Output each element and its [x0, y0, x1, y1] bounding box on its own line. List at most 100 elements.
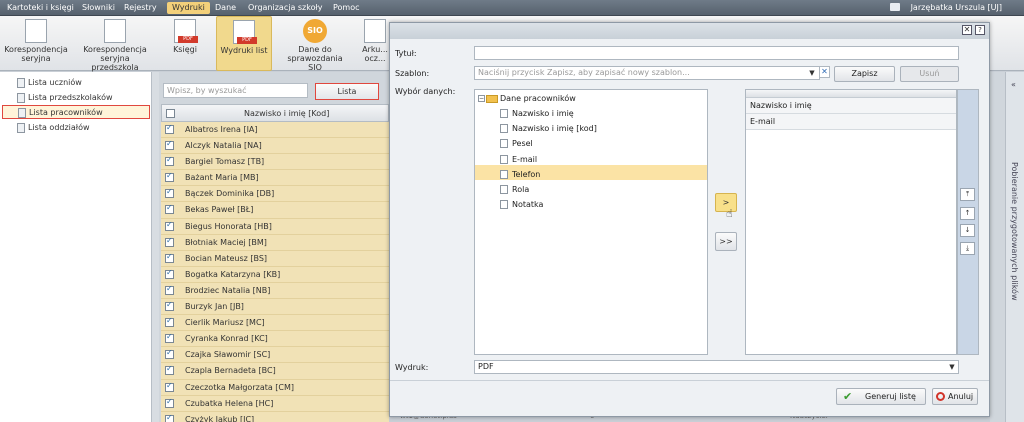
table-row[interactable]: Burzyk Jan [JB]: [161, 299, 389, 316]
save-template-button[interactable]: Zapisz: [834, 66, 895, 82]
ribbon-arkusze[interactable]: Arku... ocz...: [360, 16, 390, 71]
menu-pomoc[interactable]: Pomoc: [328, 2, 365, 14]
table-row[interactable]: Czeczotka Małgorzata [CM]: [161, 379, 389, 396]
table-row[interactable]: Bażant Maria [MB]: [161, 170, 389, 187]
table-row[interactable]: Czyżyk Jakub [JC]: [161, 411, 389, 422]
help-icon[interactable]: ?: [975, 25, 985, 35]
chevron-left-icon[interactable]: «: [1011, 80, 1016, 89]
column-header-name[interactable]: Nazwisko i imię [Kod]: [244, 105, 329, 122]
table-row[interactable]: Brodziec Natalia [NB]: [161, 282, 389, 300]
table-row[interactable]: Cyranka Konrad [KC]: [161, 331, 389, 348]
menu-dane[interactable]: Dane: [210, 2, 241, 14]
ribbon-korespondencja-seryjna[interactable]: Korespondencja seryjna: [2, 16, 70, 71]
row-checkbox[interactable]: [165, 397, 174, 408]
generate-list-button[interactable]: ✔ Generuj listę: [836, 388, 926, 405]
table-row[interactable]: Bączek Dominika [DB]: [161, 186, 389, 203]
row-checkbox[interactable]: [165, 155, 174, 167]
row-checkbox[interactable]: [165, 123, 174, 134]
row-checkbox[interactable]: [165, 316, 174, 328]
collapse-icon[interactable]: −: [478, 95, 485, 102]
move-bottom-icon[interactable]: ⤓: [960, 242, 975, 255]
add-all-fields-button[interactable]: >>: [715, 232, 737, 251]
tree-item[interactable]: Rola: [500, 182, 529, 197]
move-up-icon[interactable]: ↑: [960, 207, 975, 220]
ribbon-korespondencja-przedszkola[interactable]: Korespondencja seryjna przedszkola: [76, 16, 154, 72]
move-down-icon[interactable]: ↓: [960, 224, 975, 237]
chevron-down-icon[interactable]: ▼: [946, 360, 958, 374]
row-checkbox[interactable]: [165, 139, 174, 151]
selected-field-item[interactable]: Nazwisko i imię: [746, 98, 956, 114]
row-checkbox[interactable]: [165, 203, 174, 215]
menu-slowniki[interactable]: Słowniki: [77, 2, 120, 14]
selected-fields-header: [746, 90, 956, 98]
tree-item[interactable]: Telefon: [500, 167, 540, 182]
close-icon[interactable]: ✕: [962, 25, 972, 35]
reorder-column: [957, 89, 979, 355]
clear-template-icon[interactable]: ✕: [819, 66, 830, 78]
lista-button[interactable]: Lista: [315, 83, 379, 100]
downloads-side-panel[interactable]: « Pobieranie przygotowanych plików: [1005, 72, 1024, 422]
row-checkbox[interactable]: [165, 252, 174, 263]
menu-organizacja-szkoly[interactable]: Organizacja szkoły: [243, 2, 328, 14]
sidebar-item-lista-przedszkolakow[interactable]: Lista przedszkolaków: [2, 91, 150, 105]
tree-item[interactable]: E-mail: [500, 152, 537, 167]
table-row[interactable]: Czajka Sławomir [SC]: [161, 347, 389, 364]
menu-wydruki[interactable]: Wydruki: [167, 2, 210, 14]
row-checkbox[interactable]: [165, 364, 174, 376]
tree-root-dane-pracownikow[interactable]: − Dane pracowników: [478, 91, 576, 106]
row-checkbox[interactable]: [165, 187, 174, 199]
ribbon-ksiegi[interactable]: PDF Księgi: [162, 16, 208, 71]
table-row[interactable]: Bogatka Katarzyna [KB]: [161, 266, 389, 283]
chevron-down-icon[interactable]: ▼: [806, 66, 818, 80]
table-row[interactable]: Cierlik Mariusz [MC]: [161, 315, 389, 332]
employee-name: Czapla Bernadeta [BC]: [185, 366, 276, 376]
table-row[interactable]: Bocian Mateusz [BS]: [161, 250, 389, 267]
tree-item[interactable]: Nazwisko i imię [kod]: [500, 121, 597, 136]
menu-kartoteki[interactable]: Kartoteki i księgi: [2, 2, 79, 14]
title-input[interactable]: [474, 46, 959, 60]
sidebar-item-lista-pracownikow[interactable]: Lista pracowników: [2, 105, 150, 119]
table-row[interactable]: Bargiel Tomasz [TB]: [161, 154, 389, 171]
row-checkbox[interactable]: [165, 268, 174, 279]
row-checkbox[interactable]: [165, 300, 174, 312]
tree-highlight: [475, 165, 707, 180]
user-name[interactable]: Jarzębatka Urszula [UJ]: [911, 2, 1002, 14]
row-checkbox[interactable]: [165, 381, 174, 392]
sidebar-splitter[interactable]: [152, 72, 159, 422]
row-checkbox[interactable]: [165, 220, 174, 231]
row-checkbox[interactable]: [165, 348, 174, 360]
output-format-select[interactable]: PDF: [474, 360, 959, 374]
row-checkbox[interactable]: [165, 171, 174, 183]
selected-field-item[interactable]: E-mail: [746, 114, 956, 130]
tree-item[interactable]: Nazwisko i imię: [500, 106, 574, 121]
tree-item[interactable]: Notatka: [500, 197, 543, 212]
sidebar-item-lista-uczniow[interactable]: Lista uczniów: [2, 76, 150, 90]
search-input[interactable]: Wpisz, by wyszukać: [163, 83, 308, 98]
table-row[interactable]: Czapla Bernadeta [BC]: [161, 363, 389, 380]
cancel-button[interactable]: Anuluj: [932, 388, 978, 405]
table-row[interactable]: Biegus Honorata [HB]: [161, 218, 389, 235]
messages-icon[interactable]: [890, 3, 900, 11]
checkmark-icon: ✔: [843, 390, 853, 403]
ribbon-wydruki-list[interactable]: PDF Wydruki list: [216, 16, 272, 71]
table-row[interactable]: Albatros Irena [IA]: [161, 122, 389, 139]
move-top-icon[interactable]: ⤒: [960, 188, 975, 201]
menu-rejestry[interactable]: Rejestry: [119, 2, 162, 14]
table-row[interactable]: Czubatka Helena [HC]: [161, 395, 389, 412]
row-checkbox[interactable]: [165, 236, 174, 247]
table-row[interactable]: Alczyk Natalia [NA]: [161, 138, 389, 155]
tree-item[interactable]: Pesel: [500, 136, 533, 151]
row-checkbox[interactable]: [165, 332, 174, 344]
ribbon-dane-sio[interactable]: SIO Dane do sprawozdania SIO: [280, 16, 350, 72]
select-all-checkbox[interactable]: [166, 109, 175, 118]
row-checkbox[interactable]: [165, 284, 174, 295]
table-row[interactable]: Błotniak Maciej [BM]: [161, 234, 389, 251]
output-label: Wydruk:: [395, 363, 429, 372]
employee-name: Czubatka Helena [HC]: [185, 398, 274, 408]
template-select[interactable]: Naciśnij przycisk Zapisz, aby zapisać no…: [474, 66, 820, 80]
sidebar-item-lista-oddzialow[interactable]: Lista oddziałów: [2, 121, 150, 135]
table-row[interactable]: Bekas Paweł [BŁ]: [161, 202, 389, 219]
delete-template-button[interactable]: Usuń: [900, 66, 959, 82]
background-strip: [990, 72, 1005, 422]
row-checkbox[interactable]: [165, 413, 174, 422]
